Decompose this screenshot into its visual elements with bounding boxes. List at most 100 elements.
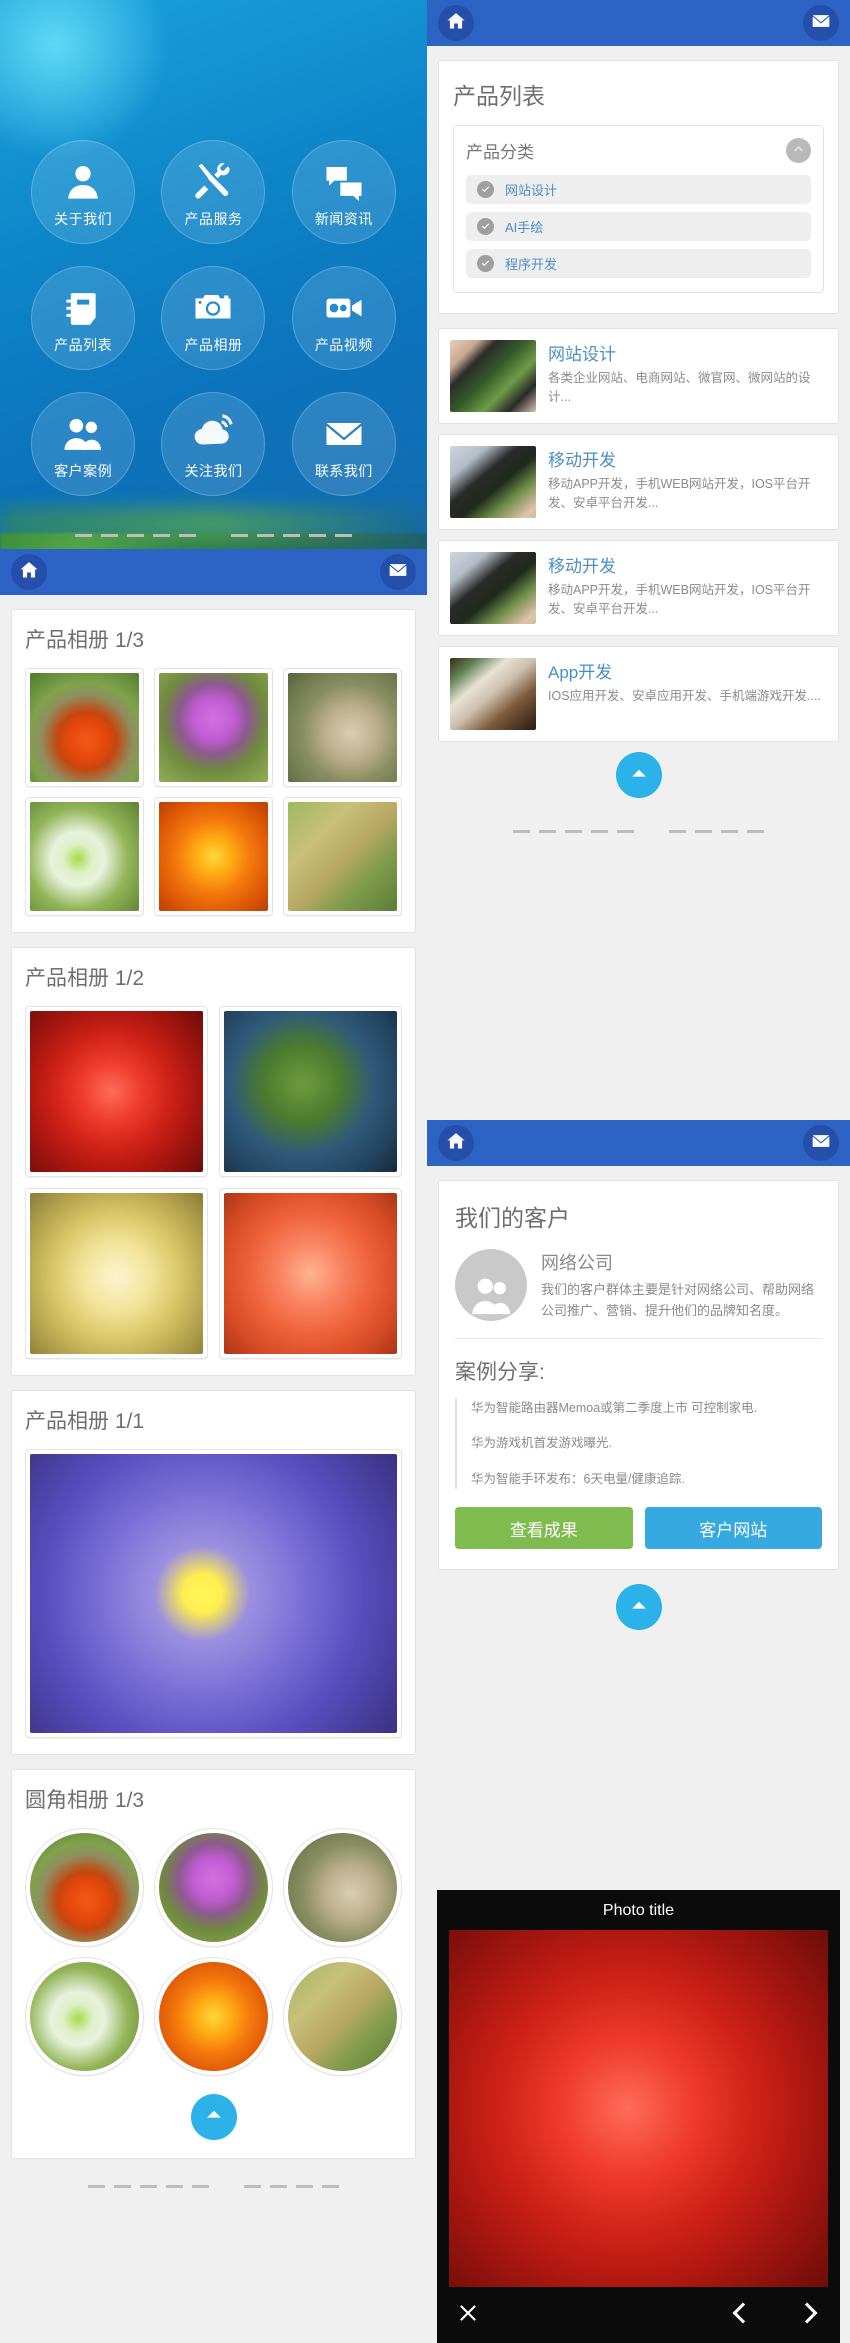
phone-coffee-app-photo	[450, 658, 536, 730]
cactus-blooms-photo	[288, 673, 397, 782]
photo-nav-arrows	[728, 2300, 822, 2331]
chevron-up-icon	[792, 142, 805, 160]
section-title: 产品相册 1/3	[25, 629, 145, 652]
album-section-2col: 产品相册 1/2	[11, 947, 416, 1376]
wheat-grass-photo	[288, 802, 397, 911]
cloud-wifi-icon	[192, 408, 234, 454]
phone-in-hand-green-photo	[450, 340, 536, 412]
envelope-icon	[811, 1131, 831, 1156]
case-item: 华为智能路由器Memoa或第二季度上市 可控制家电.	[471, 1400, 758, 1415]
menu-item-follow-us[interactable]: 关注我们	[161, 392, 266, 496]
people-icon	[467, 1274, 515, 1321]
purple-thistle-bee-photo	[159, 1832, 268, 1942]
orange-marigold-photo	[159, 802, 268, 911]
action-button-row: 查看成果 客户网站	[455, 1507, 822, 1550]
thumbnail-grid	[25, 1827, 402, 2076]
envelope-icon	[388, 560, 408, 585]
chevron-left-icon	[728, 2300, 754, 2331]
product-description: 各类企业网站、电商网站、微官网、微网站的设计...	[548, 371, 811, 405]
album-thumb[interactable]	[25, 1448, 402, 1738]
menu-item-contact-us[interactable]: 联系我们	[291, 392, 396, 496]
album-thumb[interactable]	[219, 1187, 402, 1359]
home-button[interactable]	[11, 554, 47, 590]
home-icon	[19, 560, 39, 585]
red-rose-closeup-photo[interactable]	[449, 1930, 828, 2287]
menu-item-news[interactable]: 新闻资讯	[291, 140, 396, 244]
scroll-to-top-button[interactable]	[190, 2093, 237, 2140]
menu-item-product-service[interactable]: 产品服务	[161, 140, 266, 244]
album-thumb[interactable]	[283, 668, 402, 787]
category-item[interactable]: AI手绘	[466, 212, 811, 241]
collapse-button[interactable]	[786, 138, 811, 163]
album-section-3col: 产品相册 1/3	[11, 609, 416, 933]
mail-button[interactable]	[380, 554, 416, 590]
product-info: 移动开发 移动APP开发，手机WEB网站开发，IOS平台开发、安卓平台开发...	[548, 446, 827, 518]
category-item-label: 网站设计	[505, 183, 558, 198]
menu-item-product-video[interactable]: 产品视频	[291, 266, 396, 370]
prev-photo-button[interactable]	[728, 2300, 754, 2331]
product-item[interactable]: App开发 IOS应用开发、安卓应用开发、手机端游戏开发....	[438, 646, 839, 742]
category-header-label: 产品分类	[466, 143, 534, 162]
product-description: 移动APP开发，手机WEB网站开发，IOS平台开发、安卓平台开发...	[548, 583, 811, 617]
menu-item-label: 产品视频	[314, 336, 373, 353]
album-thumb-round[interactable]	[283, 1956, 402, 2076]
home-icon	[446, 1131, 466, 1156]
product-item[interactable]: 移动开发 移动APP开发，手机WEB网站开发，IOS平台开发、安卓平台开发...	[438, 434, 839, 530]
red-rose-photo	[30, 1011, 203, 1172]
album-thumb-round[interactable]	[283, 1827, 402, 1947]
customer-row: 网络公司 我们的客户群体主要是针对网络公司、帮助网络公司推广、营销、提升他们的品…	[455, 1249, 822, 1339]
panel-separator-dashes	[427, 818, 850, 847]
album-thumb-round[interactable]	[154, 1956, 273, 2076]
album-thumb[interactable]	[283, 797, 402, 916]
menu-item-label: 产品列表	[54, 336, 113, 353]
scroll-to-top-button[interactable]	[615, 1584, 662, 1631]
menu-item-product-list[interactable]: 产品列表	[31, 266, 136, 370]
tools-icon	[193, 156, 233, 202]
product-list-card: 产品列表 产品分类 网站设计 AI手绘 程序开发	[438, 60, 839, 314]
scroll-to-top-button[interactable]	[615, 752, 662, 798]
envelope-icon	[324, 408, 364, 454]
mail-button[interactable]	[803, 5, 839, 41]
album-thumb[interactable]	[25, 1187, 208, 1359]
album-thumb[interactable]	[25, 668, 144, 787]
customer-name: 网络公司	[541, 1253, 613, 1273]
people-icon	[63, 408, 103, 454]
album-thumb[interactable]	[219, 1006, 402, 1177]
category-box: 产品分类 网站设计 AI手绘 程序开发	[453, 125, 824, 293]
close-button[interactable]	[455, 2300, 481, 2331]
view-results-button[interactable]: 查看成果	[455, 1507, 633, 1550]
album-thumb[interactable]	[154, 668, 273, 787]
album-thumb[interactable]	[154, 797, 273, 916]
close-icon	[455, 2300, 481, 2331]
category-item[interactable]: 程序开发	[466, 249, 811, 278]
photo-viewer-inner: Photo title	[437, 1890, 840, 2343]
menu-item-product-album[interactable]: 产品相册	[161, 266, 266, 370]
album-thumb-round[interactable]	[25, 1827, 144, 1947]
menu-item-label: 关注我们	[184, 462, 243, 479]
product-item[interactable]: 网站设计 各类企业网站、电商网站、微官网、微网站的设计...	[438, 328, 839, 424]
coral-chrysanthemum-photo	[224, 1192, 397, 1354]
category-item[interactable]: 网站设计	[466, 175, 811, 204]
album-thumb-round[interactable]	[25, 1956, 144, 2076]
album-thumb[interactable]	[25, 797, 144, 916]
next-photo-button[interactable]	[796, 2300, 822, 2331]
album-thumb-round[interactable]	[154, 1827, 273, 1947]
case-share-title: 案例分享:	[455, 1360, 545, 1384]
category-header: 产品分类	[466, 138, 811, 163]
product-item[interactable]: 移动开发 移动APP开发，手机WEB网站开发，IOS平台开发、安卓平台开发...	[438, 540, 839, 636]
menu-item-label: 联系我们	[314, 462, 373, 479]
menu-item-customer-cases[interactable]: 客户案例	[31, 392, 136, 496]
customer-website-button[interactable]: 客户网站	[644, 1507, 822, 1550]
product-name: 移动开发	[548, 557, 616, 576]
customer-info: 网络公司 我们的客户群体主要是针对网络公司、帮助网络公司推广、营销、提升他们的品…	[541, 1249, 822, 1322]
photo-viewer-panel: Photo title	[427, 1880, 850, 2343]
mail-button[interactable]	[803, 1125, 839, 1161]
chevron-up-icon	[628, 1594, 650, 1621]
album-thumb[interactable]	[25, 1006, 208, 1177]
home-button[interactable]	[438, 5, 474, 41]
album-panel: 产品相册 1/3 产品相册 1/2 产品相册 1/1 圆角相册 1/3	[0, 595, 427, 2343]
home-button[interactable]	[438, 1125, 474, 1161]
bee-on-chrysanthemum-photo	[30, 1192, 203, 1354]
product-name: App开发	[548, 663, 613, 682]
menu-item-about-us[interactable]: 关于我们	[31, 140, 136, 244]
